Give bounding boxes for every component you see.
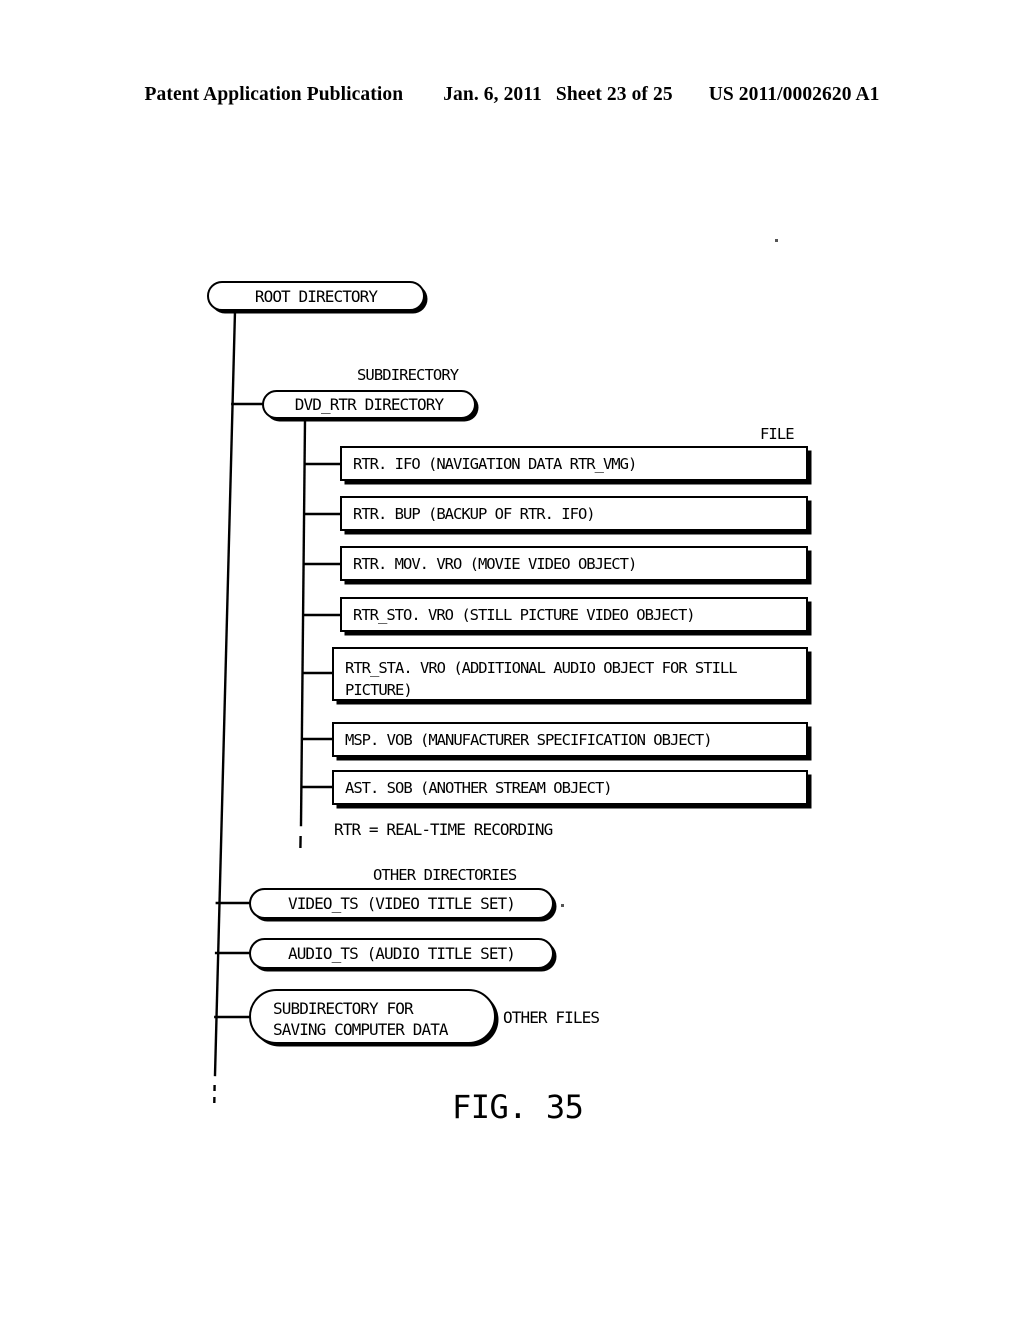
node-file-rtr-mov-vro[interactable]: RTR. MOV. VRO (MOVIE VIDEO OBJECT) bbox=[340, 546, 808, 581]
node-dvd-rtr-directory[interactable]: DVD_RTR DIRECTORY bbox=[262, 390, 476, 419]
stray-dot-upper-right bbox=[775, 239, 778, 242]
node-file-rtr-ifo-label: RTR. IFO (NAVIGATION DATA RTR_VMG) bbox=[353, 454, 637, 473]
node-file-rtr-sto-vro-label: RTR_STO. VRO (STILL PICTURE VIDEO OBJECT… bbox=[353, 605, 696, 624]
node-video-ts-directory[interactable]: VIDEO_TS (VIDEO TITLE SET) bbox=[249, 888, 554, 919]
node-file-rtr-sta-vro[interactable]: RTR_STA. VRO (ADDITIONAL AUDIO OBJECT FO… bbox=[332, 647, 808, 701]
node-file-rtr-sta-vro-line1: RTR_STA. VRO (ADDITIONAL AUDIO OBJECT FO… bbox=[345, 659, 738, 677]
node-file-ast-sob[interactable]: AST. SOB (ANOTHER STREAM OBJECT) bbox=[332, 770, 808, 805]
node-dvd-rtr-directory-label: DVD_RTR DIRECTORY bbox=[294, 395, 444, 414]
node-root-directory-label: ROOT DIRECTORY bbox=[254, 286, 378, 306]
node-file-msp-vob[interactable]: MSP. VOB (MANUFACTURER SPECIFICATION OBJ… bbox=[332, 722, 808, 757]
other-files-label: OTHER FILES bbox=[503, 1008, 600, 1027]
node-audio-ts-directory[interactable]: AUDIO_TS (AUDIO TITLE SET) bbox=[249, 938, 554, 969]
node-video-ts-directory-label: VIDEO_TS (VIDEO TITLE SET) bbox=[287, 894, 516, 913]
node-file-rtr-sta-vro-line2: PICTURE) bbox=[345, 681, 413, 699]
node-file-ast-sob-label: AST. SOB (ANOTHER STREAM OBJECT) bbox=[345, 778, 613, 797]
node-file-rtr-ifo[interactable]: RTR. IFO (NAVIGATION DATA RTR_VMG) bbox=[340, 446, 808, 481]
node-file-rtr-bup-label: RTR. BUP (BACKUP OF RTR. IFO) bbox=[353, 504, 596, 523]
node-file-rtr-bup[interactable]: RTR. BUP (BACKUP OF RTR. IFO) bbox=[340, 496, 808, 531]
node-root-directory[interactable]: ROOT DIRECTORY bbox=[207, 281, 425, 311]
stray-dot-video-ts bbox=[561, 904, 564, 907]
trunk-line bbox=[213, 309, 237, 1077]
subtrunk-line bbox=[299, 418, 307, 827]
figure-caption: FIG. 35 bbox=[452, 1088, 584, 1126]
rtr-abbreviation-note: RTR = REAL-TIME RECORDING bbox=[334, 820, 553, 839]
node-computer-data-directory-line1: SUBDIRECTORY FOR bbox=[273, 999, 414, 1018]
node-audio-ts-directory-label: AUDIO_TS (AUDIO TITLE SET) bbox=[287, 944, 516, 963]
node-computer-data-directory-line2: SAVING COMPUTER DATA bbox=[273, 1020, 449, 1040]
file-label: FILE bbox=[760, 425, 795, 443]
node-file-rtr-mov-vro-label: RTR. MOV. VRO (MOVIE VIDEO OBJECT) bbox=[353, 554, 637, 573]
node-computer-data-directory[interactable]: SUBDIRECTORY FOR SAVING COMPUTER DATA bbox=[249, 989, 496, 1044]
node-file-msp-vob-label: MSP. VOB (MANUFACTURER SPECIFICATION OBJ… bbox=[345, 730, 713, 749]
subdirectory-label: SUBDIRECTORY bbox=[357, 366, 459, 384]
node-file-rtr-sto-vro[interactable]: RTR_STO. VRO (STILL PICTURE VIDEO OBJECT… bbox=[340, 597, 808, 632]
other-directories-label: OTHER DIRECTORIES bbox=[373, 866, 517, 884]
figure-directory-tree: ROOT DIRECTORY SUBDIRECTORY DVD_RTR DIRE… bbox=[0, 0, 1024, 1320]
